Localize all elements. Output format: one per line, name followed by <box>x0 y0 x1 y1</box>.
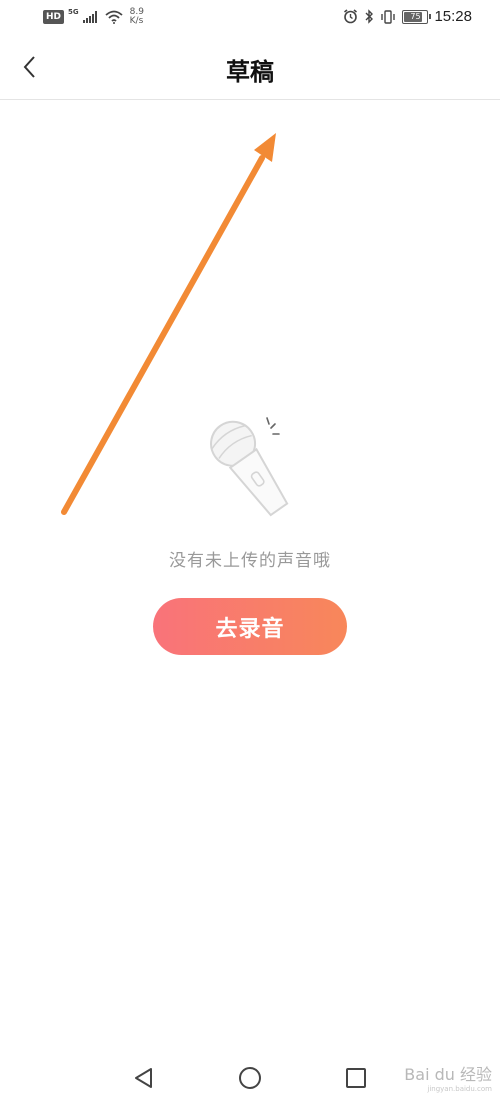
net-speed-unit: K/s <box>129 16 144 26</box>
wifi-icon <box>105 10 123 24</box>
signal-icon <box>82 11 97 23</box>
status-left: HD 5G 8.9 K/s <box>43 8 144 26</box>
watermark: Bai du 经验 jingyan.baidu.com <box>404 1061 492 1093</box>
nav-home-button[interactable] <box>235 1063 265 1093</box>
bluetooth-icon <box>365 9 374 24</box>
top-bar: 草稿 <box>0 36 500 100</box>
status-bar: HD 5G 8.9 K/s 75 15:28 <box>0 0 500 36</box>
watermark-text: Bai du 经验 <box>404 1065 492 1084</box>
nav-back-button[interactable] <box>129 1063 159 1093</box>
system-nav-bar: Bai du 经验 jingyan.baidu.com <box>0 1051 500 1111</box>
microphone-icon <box>210 417 289 517</box>
watermark-sub: jingyan.baidu.com <box>427 1085 492 1093</box>
go-record-button[interactable]: 去录音 <box>153 598 347 655</box>
square-recents-icon <box>346 1068 366 1088</box>
nav-recents-button[interactable] <box>341 1063 371 1093</box>
vibrate-icon <box>381 9 396 24</box>
empty-state-message: 没有未上传的声音哦 <box>169 551 331 571</box>
status-right: 75 15:28 <box>343 8 472 25</box>
alarm-icon <box>344 9 358 24</box>
battery-level: 75 <box>410 11 421 21</box>
triangle-back-icon <box>135 1068 152 1088</box>
circle-home-icon <box>239 1067 261 1089</box>
hd-badge: HD <box>43 10 65 24</box>
page-title: 草稿 <box>226 57 274 86</box>
net-speed: 8.9 K/s <box>130 8 144 26</box>
network-type: 5G <box>68 8 79 16</box>
battery-icon: 75 <box>402 9 432 24</box>
clock: 15:28 <box>434 8 472 25</box>
